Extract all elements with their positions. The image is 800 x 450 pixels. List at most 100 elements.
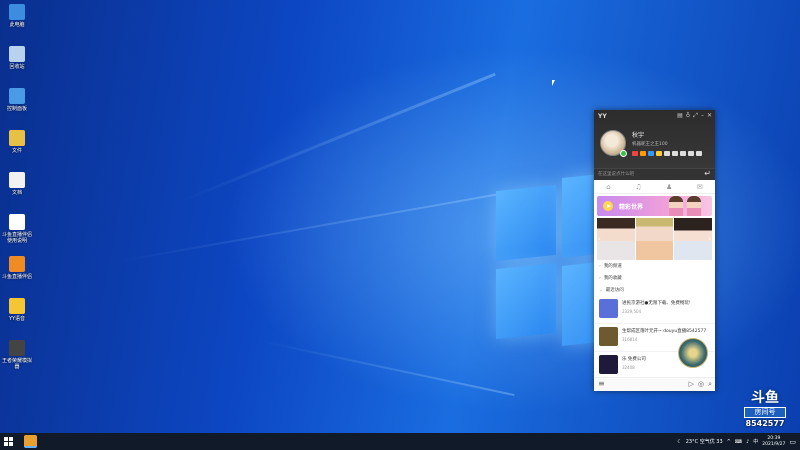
carousel-image[interactable] <box>597 218 635 260</box>
tab-messages-icon[interactable]: ✉ <box>697 183 703 191</box>
control-panel-icon <box>9 88 25 104</box>
search-icon[interactable]: ⌕ <box>708 380 712 389</box>
badge-icon[interactable] <box>688 151 694 156</box>
mouse-cursor-icon <box>552 80 555 86</box>
yy-window[interactable]: YY ▤ ♁ ⤢ – ✕ 秋宇 机器昵王之王100 在这里说点什么吧 ↵ ⌂ ♫… <box>594 110 715 391</box>
status-bar: 在这里说点什么吧 ↵ <box>594 168 715 180</box>
taskbar: ☾ 23°C 空气优 33 ^ ⌨ ♪ 中 20:39 2021/9/27 ▭ <box>0 433 800 450</box>
play-icon <box>603 201 613 211</box>
badge-icon[interactable] <box>664 151 670 156</box>
chevron-right-icon: › <box>599 263 601 269</box>
menu-icon[interactable]: ▤ <box>677 112 683 120</box>
folder-label: 最近访问 <box>605 288 624 293</box>
badge-icon[interactable] <box>648 151 654 156</box>
desktop-icon[interactable]: 斗鱼直播伴侣使用说明 <box>2 214 32 244</box>
badge-icon[interactable] <box>680 151 686 156</box>
yy-brand: YY <box>598 113 607 120</box>
app-center-icon[interactable]: ◎ <box>698 380 704 389</box>
badge-icon[interactable] <box>640 151 646 156</box>
carousel-image[interactable] <box>674 218 713 260</box>
desktop-icon[interactable]: 王者荣耀模拟器 <box>2 340 32 370</box>
tab-contacts-icon[interactable]: ♟ <box>666 183 672 191</box>
channel-meta: 32408 <box>622 365 635 370</box>
carousel-next-icon[interactable]: › <box>708 235 711 243</box>
text-file-icon <box>9 214 25 230</box>
carousel-image[interactable] <box>635 218 674 260</box>
desktop-icon-label: 斗鱼直播伴侣使用说明 <box>2 232 33 244</box>
room-number: 8542577 <box>745 419 785 428</box>
desktop-icon-label: 回收站 <box>9 64 25 70</box>
desktop-icon-label: 王者荣耀模拟器 <box>2 358 33 370</box>
username[interactable]: 秋宇 <box>632 130 644 139</box>
chevron-right-icon: › <box>599 275 601 281</box>
chevron-down-icon: ⌄ <box>599 287 603 293</box>
desktop-icon-label: YY语音 <box>8 316 26 322</box>
channel-thumbnail <box>599 327 618 346</box>
room-label: 房间号 <box>744 407 786 418</box>
skin-icon[interactable]: ♁ <box>686 112 690 120</box>
input-method-icon[interactable]: 中 <box>753 438 758 445</box>
weather-moon-icon: ☾ <box>677 438 682 445</box>
channel-title: 进民京游社●无限下载、免费畅玩! <box>622 301 691 306</box>
system-tray: ☾ 23°C 空气优 33 ^ ⌨ ♪ 中 20:39 2021/9/27 ▭ <box>677 433 796 450</box>
desktop-icon[interactable]: YY语音 <box>2 298 32 322</box>
volume-icon[interactable]: ♪ <box>746 439 749 445</box>
video-icon[interactable]: ▷ <box>689 380 694 389</box>
game-ad-icon[interactable] <box>678 338 708 368</box>
keyboard-icon[interactable]: ⌨ <box>735 439 742 445</box>
desktop-icon[interactable]: 控制面板 <box>2 88 32 112</box>
weather-text[interactable]: 23°C 空气优 33 <box>686 438 723 445</box>
status-input[interactable]: 在这里说点什么吧 <box>598 171 634 177</box>
window-controls: ▤ ♁ ⤢ – ✕ <box>677 112 712 120</box>
banner-text: 精彩世界 <box>619 204 644 211</box>
document-icon <box>9 172 25 188</box>
main-menu-icon[interactable]: ≡ <box>598 379 605 388</box>
photo-carousel[interactable]: ‹ › <box>597 218 713 260</box>
badge-icon[interactable] <box>696 151 702 156</box>
taskbar-app-douyu[interactable] <box>24 435 37 448</box>
desktop-icon-label: 文档 <box>11 190 22 196</box>
clock[interactable]: 20:39 2021/9/27 <box>762 436 785 448</box>
desktop-icon[interactable]: 文档 <box>2 172 32 196</box>
close-icon[interactable]: ✕ <box>707 112 712 120</box>
start-button[interactable] <box>4 437 13 446</box>
carousel-prev-icon[interactable]: ‹ <box>598 235 601 243</box>
tray-arrow-icon[interactable]: ^ <box>727 439 731 445</box>
channel-meta: 2329,504 <box>622 309 642 314</box>
folder-recent[interactable]: ⌄ 最近访问 <box>594 284 715 296</box>
folder-my-channels[interactable]: › 我的频道 <box>594 260 715 272</box>
channel-title: 生帮成区落叶元开~ douyu直播8542577 <box>622 329 707 334</box>
notification-icon[interactable]: ▭ <box>789 438 796 446</box>
badge-icon[interactable] <box>672 151 678 156</box>
list-item[interactable]: 进民京游社●无限下载、免费畅玩! 2329,504 <box>594 296 715 324</box>
badge-icon[interactable] <box>656 151 662 156</box>
recycle-bin-icon <box>9 46 25 62</box>
badge-icon[interactable] <box>632 151 638 156</box>
desktop-icon[interactable]: 回收站 <box>2 46 32 70</box>
yy-bottom-bar: ≡ ▷ ◎ ⌕ <box>594 377 715 391</box>
folder-label: 我的频道 <box>603 264 622 269</box>
badge-row <box>632 151 702 156</box>
promo-banner[interactable]: 精彩世界 <box>597 196 712 216</box>
tab-notification-icon[interactable]: ♫ <box>635 183 641 191</box>
signature[interactable]: 机器昵王之王100 <box>632 141 668 147</box>
folder-my-favorites[interactable]: › 我的收藏 <box>594 272 715 284</box>
expand-icon[interactable]: ⤢ <box>693 112 698 120</box>
desktop-icon[interactable]: 此电脑 <box>2 4 32 28</box>
douyu-app-icon <box>9 256 25 272</box>
desktop-icon-label: 斗鱼直播伴侣 <box>2 274 33 280</box>
douyu-watermark: 斗鱼 房间号 8542577 <box>740 390 790 428</box>
game-app-icon <box>9 340 25 356</box>
desktop-icon[interactable]: 斗鱼直播伴侣 <box>2 256 32 280</box>
enter-icon[interactable]: ↵ <box>704 169 711 178</box>
channel-thumbnail <box>599 299 618 318</box>
desktop-icon-label: 控制面板 <box>6 106 27 112</box>
tab-home-icon[interactable]: ⌂ <box>606 183 610 191</box>
desktop-icon-label: 文件 <box>11 148 22 154</box>
clock-date: 2021/9/27 <box>762 441 786 447</box>
desktop-icon[interactable]: 文件 <box>2 130 32 154</box>
online-status-icon[interactable] <box>620 150 627 157</box>
channel-meta: 316814 <box>622 337 638 342</box>
minimize-icon[interactable]: – <box>701 112 704 120</box>
folder-label: 我的收藏 <box>603 276 622 281</box>
